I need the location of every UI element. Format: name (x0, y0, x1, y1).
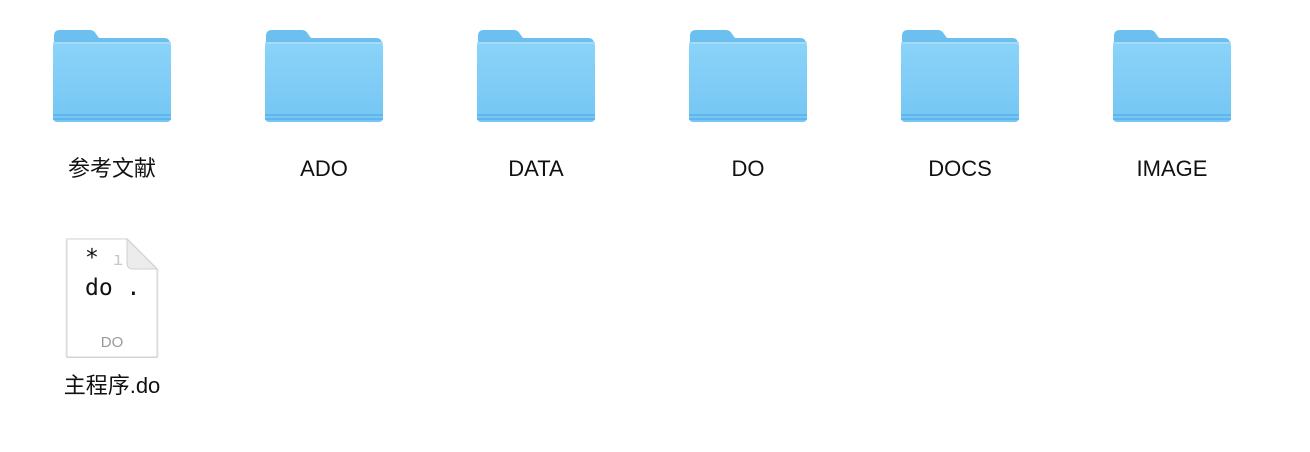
folder-label: DATA (508, 156, 564, 181)
preview-line-2: do . (85, 275, 141, 301)
folder-item-image[interactable]: IMAGE (1077, 28, 1267, 182)
file-item-main-do[interactable]: * ı do . DO 主程序.do (17, 238, 207, 400)
file-extension-label: DO (100, 334, 124, 351)
folder-item-参考文献[interactable]: 参考文献 (17, 28, 207, 182)
folder-icon (476, 28, 596, 124)
folder-label: IMAGE (1136, 156, 1208, 181)
file-preview-text: * ı do . (85, 245, 141, 301)
folder-icon (900, 28, 1020, 124)
folder-icon (1112, 28, 1232, 124)
folder-label: ADO (300, 156, 348, 181)
folder-label: DO (731, 156, 765, 181)
folder-item-data[interactable]: DATA (441, 28, 631, 182)
folder-item-do[interactable]: DO (653, 28, 843, 182)
do-document-icon: * ı do . DO (65, 238, 159, 358)
folder-item-ado[interactable]: ADO (229, 28, 419, 182)
folder-icon (688, 28, 808, 124)
folder-icon (264, 28, 384, 124)
folder-label: 参考文献 (67, 156, 156, 181)
folder-icon (52, 28, 172, 124)
folder-item-docs[interactable]: DOCS (865, 28, 1055, 182)
file-label: 主程序.do (63, 373, 161, 398)
folder-label: DOCS (928, 156, 992, 181)
preview-line-1: * (85, 245, 113, 271)
